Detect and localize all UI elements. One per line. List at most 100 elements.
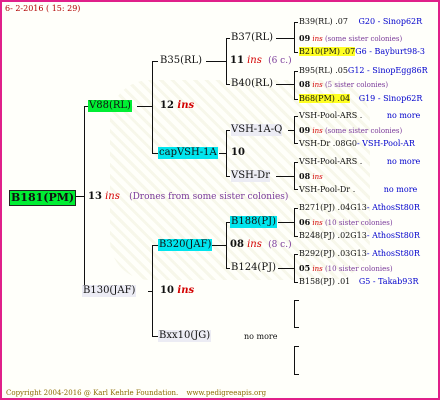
gen2-d-note: no more <box>244 332 278 341</box>
gen3-b1[interactable]: VSH-1A-Q <box>231 124 283 136</box>
connector <box>226 268 230 269</box>
gen4-ins: ins <box>312 35 323 43</box>
gen4-queen[interactable]: B95(RL) <box>299 66 333 75</box>
connector <box>294 71 298 72</box>
gen3-a2[interactable]: B40(RL) <box>231 78 273 90</box>
connector <box>212 245 226 246</box>
connector <box>294 162 295 190</box>
connector <box>152 245 153 337</box>
connector <box>294 116 298 117</box>
gen4-queen[interactable]: B292(PJ) <box>299 249 335 258</box>
gen4-count: 06 <box>299 217 311 227</box>
gen4-row: VSH-Pool-ARS . no more <box>299 157 420 167</box>
gen4-num: .07 <box>335 17 348 26</box>
connector <box>278 268 294 269</box>
sire-queen[interactable]: V88(RL) <box>88 100 132 112</box>
header-date: 6- 2-2016 ( 15: 29) <box>5 4 81 13</box>
gen4-queen[interactable]: B68(PM) .04 <box>299 94 351 103</box>
gen4-num: .03G13 <box>337 249 367 258</box>
gen4-row: VSH-Dr .08G0- VSH-Pool-AR <box>299 139 415 149</box>
connector <box>219 153 226 154</box>
connector <box>294 143 298 144</box>
gen4-breeder: - AthosSt80R <box>366 249 420 258</box>
dam-count: 10 <box>160 285 174 296</box>
connector <box>294 99 298 100</box>
gen2-c-sisters: (8 c.) <box>268 240 292 250</box>
gen4-row: B271(PJ) .04G13- AthosSt80R <box>299 203 420 213</box>
gen2-c-ins: ins <box>247 239 262 250</box>
gen4-count: 09 <box>299 33 311 43</box>
gen4-row: B158(PJ) .01 G5 - Takab93R <box>299 277 419 287</box>
gen4-dots: . <box>359 157 363 166</box>
gen4-num: .08G0 <box>332 139 357 148</box>
gen3-a1[interactable]: B37(RL) <box>231 32 273 44</box>
gen4-row: 06 ins (10 sister colonies) <box>299 218 393 228</box>
gen4-num: .07 <box>342 47 356 56</box>
gen4-ins: ins <box>312 127 323 135</box>
gen2-c[interactable]: B320(JAF) <box>158 239 213 251</box>
gen4-breeder: - AthosSt80R <box>366 203 420 212</box>
connector <box>276 38 294 39</box>
gen4-row: 05 ins (10 sister colonies) <box>299 264 393 274</box>
connector <box>137 106 152 107</box>
gen3-b2[interactable]: VSH-Dr <box>231 170 270 182</box>
gen4-queen[interactable]: B158(PJ) <box>299 277 335 286</box>
gen4-queen[interactable]: B248(PJ) <box>299 231 335 240</box>
connector <box>152 61 158 62</box>
gen4-queen[interactable]: B210(PM) .07 <box>299 47 356 56</box>
connector <box>294 71 295 100</box>
gen4-num: .04 <box>337 94 351 103</box>
connector <box>276 176 294 177</box>
gen4-breeder: G5 - Takab93R <box>358 277 419 286</box>
connector <box>294 162 298 163</box>
gen4-dots: . <box>359 111 363 120</box>
gen4-ins: ins <box>312 81 323 89</box>
connector <box>294 300 299 301</box>
gen2-a-ins: ins <box>247 55 262 66</box>
root-info: 13 ins (Drones from some sister colonies… <box>88 191 288 203</box>
connector <box>226 84 230 85</box>
connector <box>84 106 85 292</box>
gen2-a[interactable]: B35(RL) <box>160 55 202 67</box>
connector <box>226 130 230 131</box>
connector <box>226 176 230 177</box>
connector <box>226 38 227 85</box>
gen4-breeder: G6 - Bayburt98-3 <box>355 47 425 56</box>
gen4-breeder: G20 - Sinop62R <box>358 17 423 26</box>
connector <box>294 346 295 375</box>
gen4-queen[interactable]: VSH-Pool-ARS <box>299 111 357 120</box>
gen4-note: (some sister colonies) <box>324 35 403 43</box>
gen4-queen[interactable]: B39(RL) <box>299 17 333 26</box>
root-queen[interactable]: B181(PM) <box>9 190 77 206</box>
sire-count: 12 <box>160 100 174 111</box>
connector <box>294 116 295 144</box>
gen4-row: B39(RL) .07 G20 - Sinop62R <box>299 17 422 27</box>
gen4-row: 08 ins (5 sister colonies) <box>299 80 388 90</box>
gen2-b[interactable]: capVSH-1A <box>158 147 218 159</box>
gen4-queen-label: B68(PM) <box>299 94 335 103</box>
dam-queen[interactable]: B130(JAF) <box>82 285 137 297</box>
gen4-queen[interactable]: B271(PJ) <box>299 203 335 212</box>
dam-ins-label: ins <box>177 285 195 296</box>
connector <box>226 222 227 269</box>
gen4-num: .02G13 <box>337 231 367 240</box>
gen4-queen[interactable]: VSH-Pool-Dr <box>299 185 350 194</box>
gen3-c2[interactable]: B124(PJ) <box>231 262 276 274</box>
gen4-ins: ins <box>312 265 323 273</box>
connector <box>294 189 298 190</box>
connector <box>294 52 298 53</box>
gen4-count: 05 <box>299 263 311 273</box>
connector <box>294 254 298 255</box>
gen4-row: B95(RL) .05G12 - SinopEgg86R <box>299 66 428 76</box>
gen3-c1[interactable]: B188(PJ) <box>230 216 277 228</box>
dam-info: 10 ins <box>160 285 194 297</box>
sire-info: 12 ins <box>160 100 194 112</box>
gen4-queen[interactable]: VSH-Dr <box>299 139 330 148</box>
connector <box>294 22 298 23</box>
gen4-row: B292(PJ) .03G13- AthosSt80R <box>299 249 420 259</box>
gen4-breeder: no more <box>383 185 418 194</box>
connector <box>226 38 230 39</box>
footer-url[interactable]: www.pedigreeapis.org <box>187 389 267 397</box>
gen4-queen[interactable]: VSH-Pool-ARS <box>299 157 357 166</box>
gen2-d[interactable]: Bxx10(JG) <box>158 330 212 342</box>
